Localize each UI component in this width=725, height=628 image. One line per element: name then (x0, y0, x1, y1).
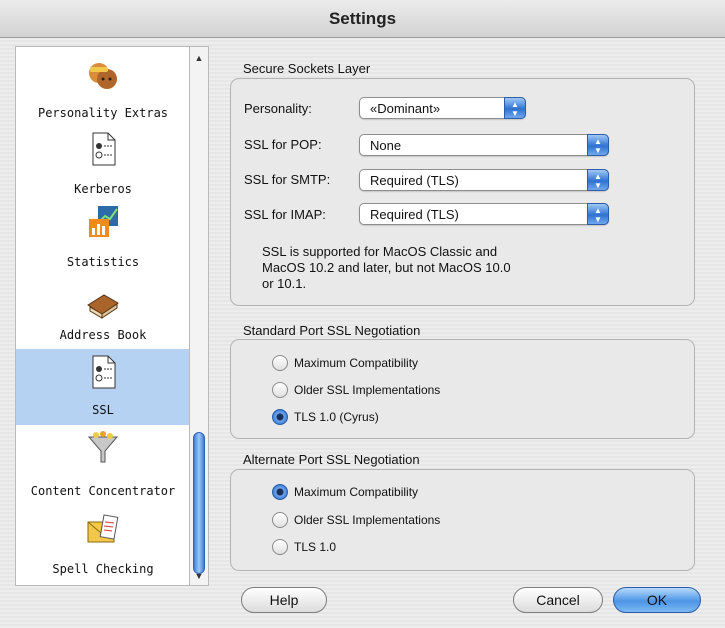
popup-arrows-icon: ▲ ▼ (587, 169, 609, 191)
ssl-imap-label: SSL for IMAP: (244, 207, 326, 222)
ssl-pop-label: SSL for POP: (244, 137, 322, 152)
window-title: Settings (328, 9, 397, 28)
chart-icon (89, 206, 118, 237)
scroll-down-arrow-icon[interactable]: ▼ (190, 569, 208, 583)
ssl-imap-value: Required (TLS) (370, 207, 459, 222)
document-icon (92, 132, 116, 166)
document-icon (92, 355, 116, 389)
radio-label: TLS 1.0 (Cyrus) (294, 410, 379, 424)
cancel-button[interactable]: Cancel (513, 587, 603, 613)
radio-button[interactable] (272, 539, 288, 555)
note-line: SSL is supported for MacOS Classic and (262, 244, 498, 259)
radio-button-selected[interactable] (272, 484, 288, 500)
title-bar[interactable]: Settings (0, 0, 725, 38)
ssl-pop-value: None (370, 138, 402, 153)
scroll-up-arrow-icon[interactable]: ▲ (190, 51, 208, 65)
sidebar-item-personality-extras[interactable]: Personality Extras (16, 47, 190, 127)
radio-button[interactable] (272, 512, 288, 528)
sidebar-item-label: Content Concentrator (30, 484, 176, 498)
help-button[interactable]: Help (241, 587, 327, 613)
radio-label: Older SSL Implementations (294, 513, 441, 527)
ok-button[interactable]: OK (613, 587, 701, 613)
faces-icon (89, 63, 117, 89)
sidebar-item-ssl[interactable]: SSL (16, 349, 190, 425)
popup-arrows-icon: ▲ ▼ (587, 203, 609, 225)
radio-label: TLS 1.0 (294, 540, 337, 554)
sidebar-item-kerberos[interactable]: Kerberos (16, 127, 190, 199)
ssl-pop-popup[interactable]: None ▲ ▼ (359, 134, 609, 156)
personality-label: Personality: (244, 101, 312, 116)
ssl-imap-popup[interactable]: Required (TLS) ▲ ▼ (359, 203, 609, 225)
sidebar-item-label: Kerberos (74, 182, 132, 196)
scroll-thumb[interactable] (193, 432, 205, 574)
funnel-icon (87, 431, 119, 463)
radio-button[interactable] (272, 382, 288, 398)
sidebar-item-label: Address Book (59, 328, 147, 342)
note-line: or 10.1. (262, 276, 307, 291)
popup-arrows-icon: ▲ ▼ (504, 97, 526, 119)
ssl-support-note: SSL is supported for MacOS Classic and M… (262, 244, 562, 292)
radio-button-selected[interactable] (272, 409, 288, 425)
sidebar-item-spell-checking[interactable]: Spell Checking (16, 505, 190, 585)
sidebar-item-content-concentrator[interactable]: Content Concentrator (16, 425, 190, 505)
sidebar-item-address-book[interactable]: Address Book (16, 275, 190, 349)
sidebar-item-label: Spell Checking (52, 562, 154, 576)
alternate-port-group-title: Alternate Port SSL Negotiation (243, 452, 420, 467)
sidebar-item-statistics[interactable]: Statistics (16, 199, 190, 275)
radio-label: Older SSL Implementations (294, 383, 441, 397)
settings-window: Settings Personality Extras Kerberos Sta… (0, 0, 725, 628)
sidebar-item-label: SSL (92, 403, 114, 417)
radio-label: Maximum Compatibility (294, 485, 419, 499)
standard-port-group-title: Standard Port SSL Negotiation (243, 323, 421, 338)
popup-arrows-icon: ▲ ▼ (587, 134, 609, 156)
ssl-smtp-value: Required (TLS) (370, 173, 459, 188)
personality-popup[interactable]: «Dominant» ▲ ▼ (359, 97, 526, 119)
book-icon (87, 294, 119, 319)
note-line: MacOS 10.2 and later, but not MacOS 10.0 (262, 260, 511, 275)
personality-value: «Dominant» (370, 101, 441, 116)
window-content: Personality Extras Kerberos Statistics A… (0, 38, 725, 628)
radio-label: Maximum Compatibility (294, 356, 419, 370)
settings-sidebar: Personality Extras Kerberos Statistics A… (15, 46, 190, 586)
radio-button[interactable] (272, 355, 288, 371)
ssl-smtp-label: SSL for SMTP: (244, 172, 331, 187)
ssl-smtp-popup[interactable]: Required (TLS) ▲ ▼ (359, 169, 609, 191)
sidebar-item-label: Statistics (66, 255, 140, 269)
sidebar-scrollbar[interactable]: ▲ ▼ (189, 46, 209, 586)
envelope-icon (87, 514, 119, 543)
sidebar-item-label: Personality Extras (37, 106, 169, 120)
ssl-group-title: Secure Sockets Layer (243, 61, 371, 76)
